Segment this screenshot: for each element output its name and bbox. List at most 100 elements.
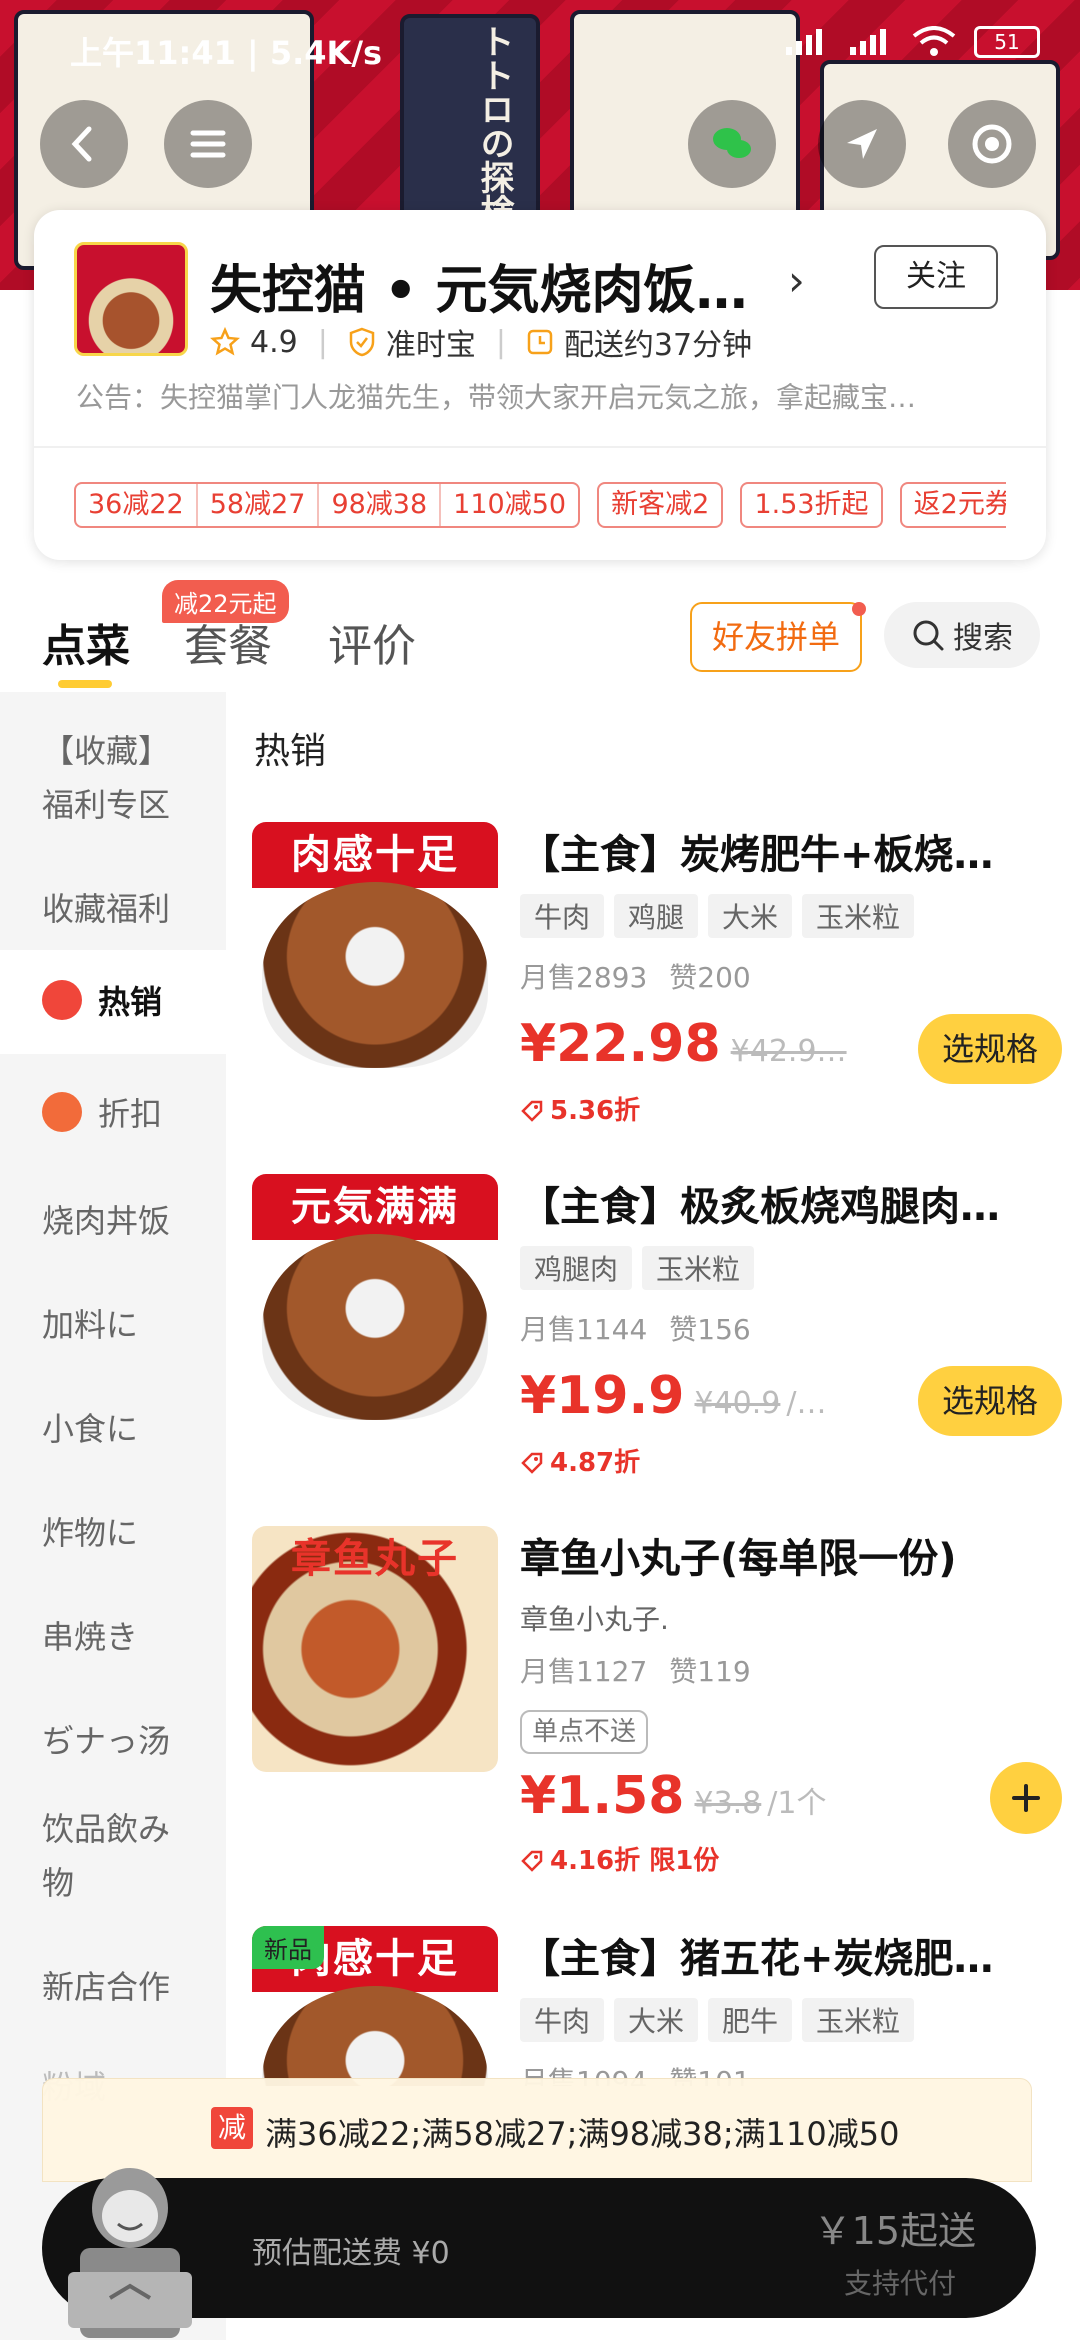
price-tag-icon — [521, 1850, 543, 1872]
price-tag-icon — [521, 1100, 543, 1122]
courier-mascot-icon[interactable] — [40, 2148, 220, 2340]
discount-rate: 4.16折 限1份 — [550, 1846, 720, 1876]
promo-text: 满36减22;满58减27;满98减38;满110减50 — [265, 2115, 900, 2153]
original-price: ¥40.9 — [694, 1386, 781, 1421]
product-image[interactable]: 肉感十足 — [252, 822, 498, 1068]
product-tag: 牛肉 — [520, 894, 605, 938]
delivery-fee: 预估配送费 ¥0 — [252, 2236, 450, 2271]
product-description: 章鱼小丸子. — [520, 1603, 669, 1636]
product-discount: 4.87折 — [520, 1442, 640, 1479]
product-tags: 牛肉 鸡腿 大米 玉米粒 — [520, 894, 915, 938]
sidebar-item-collab[interactable]: 新店合作 — [0, 1960, 226, 2014]
sidebar-item-favorites[interactable]: 收藏福利 — [0, 882, 226, 936]
price-unit: /1个 — [767, 1786, 827, 1821]
product-tag: 鸡腿肉 — [520, 1246, 633, 1290]
sidebar-item-discount[interactable]: 折扣 — [0, 1074, 226, 1154]
likes-count: 赞119 — [669, 1655, 751, 1688]
return-coupon[interactable]: 返2元券 — [899, 482, 1006, 528]
store-meta: 4.9 | 准时宝 | 配送约37分钟 — [210, 320, 752, 364]
choose-spec-button[interactable]: 选规格 — [918, 1366, 1062, 1436]
new-customer-coupon[interactable]: 新客减2 — [597, 482, 724, 528]
sidebar-item-skewers[interactable]: 串焼き — [0, 1610, 226, 1664]
location-share-button[interactable] — [818, 100, 906, 188]
current-price: ¥19.9 — [520, 1366, 685, 1426]
tab-order[interactable]: 点菜 — [42, 610, 130, 674]
notification-dot — [852, 602, 866, 616]
original-price: ¥42.9… — [730, 1034, 847, 1069]
menu-button[interactable] — [164, 100, 252, 188]
target-circle-icon — [972, 124, 1012, 164]
product-image[interactable]: 章鱼丸子 — [252, 1526, 498, 1772]
add-to-cart-button[interactable] — [990, 1762, 1062, 1834]
status-icons: 51 — [784, 26, 1040, 58]
more-button[interactable] — [948, 100, 1036, 188]
chevron-right-icon[interactable]: › — [788, 256, 805, 305]
battery-icon: 51 — [974, 26, 1040, 58]
sidebar-item-snacks[interactable]: 小食に — [0, 1402, 226, 1456]
wechat-share-button[interactable] — [688, 100, 776, 188]
product-name: 【主食】极炙板烧鸡腿肉… — [520, 1184, 1000, 1230]
discount-tag-icon — [42, 1092, 82, 1132]
product-tag: 牛肉 — [520, 1998, 605, 2042]
store-info-card: 失控猫 • 元気烧肉饭… › 关注 4.9 | 准时宝 | 配送约37分钟 公告… — [34, 210, 1046, 560]
product-image-banner: 章鱼丸子 — [291, 1536, 459, 1582]
tab-reviews[interactable]: 评价 — [328, 610, 416, 674]
shield-check-icon — [349, 327, 375, 357]
coupon-tier: 98减38 — [317, 484, 439, 526]
group-order-button[interactable]: 好友拼单 — [690, 602, 862, 672]
store-name[interactable]: 失控猫 • 元気烧肉饭… — [210, 248, 770, 323]
divider — [34, 446, 1046, 448]
store-notice[interactable]: 公告：失控猫掌门人龙猫先生，带领大家开启元気之旅，拿起藏宝… — [76, 376, 1016, 416]
product-discount: 5.36折 — [520, 1090, 640, 1127]
product-card[interactable]: 元気满满 【主食】极炙板烧鸡腿肉… 鸡腿肉 玉米粒 月售1144 赞156 ¥19… — [252, 1174, 1062, 1494]
sidebar-item-rice-bowl[interactable]: 烧肉丼饭 — [0, 1194, 226, 1248]
likes-count: 赞156 — [669, 1313, 751, 1346]
sidebar-item-hot[interactable]: 热销 — [0, 950, 226, 1054]
monthly-sales: 月售2893 — [520, 961, 648, 994]
search-button[interactable]: 搜索 — [884, 602, 1040, 668]
coupon-tier: 110减50 — [439, 484, 578, 526]
product-tag: 玉米粒 — [802, 1998, 915, 2042]
product-tags: 鸡腿肉 玉米粒 — [520, 1246, 755, 1290]
choose-spec-button[interactable]: 选规格 — [918, 1014, 1062, 1084]
menu-icon — [190, 130, 226, 158]
sidebar-item-fried[interactable]: 炸物に — [0, 1506, 226, 1560]
sidebar-item-favorites-welfare[interactable]: 【收藏】 福利专区 — [0, 724, 226, 832]
star-icon — [210, 327, 240, 356]
product-card[interactable]: 新品 肉感十足 【主食】猪五花+炭烧肥… 牛肉 大米 肥牛 玉米粒 月售1094… — [252, 1926, 1062, 2086]
new-badge: 新品 — [252, 1926, 324, 1969]
product-image[interactable]: 新品 肉感十足 — [252, 1926, 498, 2086]
sidebar-item-label: 折扣 — [98, 1095, 163, 1133]
product-tag: 玉米粒 — [642, 1246, 755, 1290]
clock-icon — [527, 329, 553, 355]
back-button[interactable] — [40, 100, 128, 188]
search-label: 搜索 — [953, 621, 1013, 656]
discount-coupon[interactable]: 1.53折起 — [740, 482, 883, 528]
product-tags: 牛肉 大米 肥牛 玉米粒 — [520, 1998, 915, 2042]
sidebar-item-drinks[interactable]: 饮品飲み 物 — [0, 1802, 226, 1910]
product-image[interactable]: 元気满满 — [252, 1174, 498, 1420]
discount-rate: 5.36折 — [550, 1096, 641, 1126]
product-card[interactable]: 肉感十足 【主食】炭烤肥牛+板烧… 牛肉 鸡腿 大米 玉米粒 月售2893 赞20… — [252, 822, 1062, 1142]
sidebar-item-soup[interactable]: ぢナっ汤 — [0, 1714, 226, 1768]
not-deliver-alone-badge: 单点不送 — [520, 1710, 649, 1754]
product-sales: 月售2893 赞200 — [520, 956, 751, 996]
full-reduction-coupons[interactable]: 36减22 58减27 98减38 110减50 — [74, 482, 581, 528]
delivery-time: 配送约37分钟 — [563, 328, 753, 363]
product-discount: 4.16折 限1份 — [520, 1840, 719, 1877]
sidebar-item-extras[interactable]: 加料に — [0, 1298, 226, 1352]
product-card[interactable]: 章鱼丸子 章鱼小丸子(每单限一份) 章鱼小丸子. 月售1127 赞119 单点不送… — [252, 1526, 1062, 1886]
product-tag: 玉米粒 — [802, 894, 915, 938]
status-bar: 上午11:41 | 5.4K/s 51 — [0, 0, 1080, 90]
product-name: 【主食】炭烤肥牛+板烧… — [520, 832, 994, 878]
monthly-sales: 月售1127 — [520, 1655, 648, 1688]
follow-button[interactable]: 关注 — [874, 245, 998, 309]
reduction-tag: 减 — [211, 2107, 253, 2149]
coupon-row[interactable]: 36减22 58减27 98减38 110减50 新客减2 1.53折起 返2元… — [74, 482, 1006, 530]
section-title: 热销 — [254, 731, 327, 772]
search-icon — [913, 620, 944, 651]
coupon-tier: 58减27 — [195, 484, 318, 526]
minimum-order[interactable]: ￥15起送 — [814, 2200, 976, 2255]
coupon-label: 新客减2 — [611, 489, 710, 520]
pay-for-other: 支持代付 — [843, 2267, 956, 2300]
